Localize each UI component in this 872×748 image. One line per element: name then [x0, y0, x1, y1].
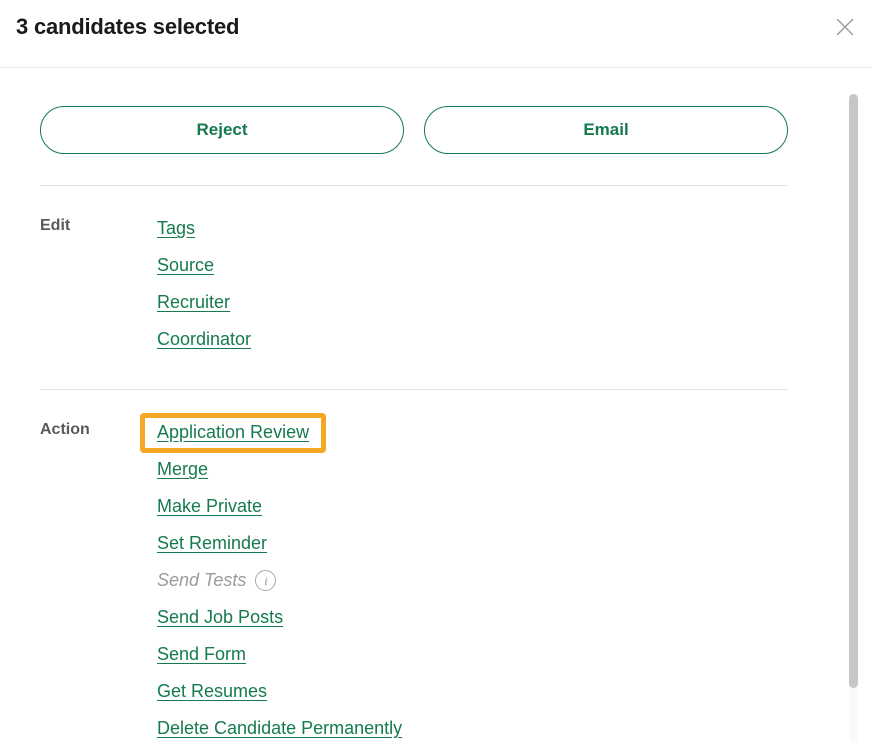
scrollbar-thumb[interactable] [849, 94, 858, 688]
list-item: Merge [157, 451, 840, 488]
section-label-action: Action [40, 421, 90, 438]
action-link-send-tests: Send Tests [157, 570, 247, 590]
scrollbar-track[interactable] [849, 94, 858, 742]
modal-content: Reject Email Edit Tags Source Recruiter [0, 68, 840, 747]
action-link-get-resumes[interactable]: Get Resumes [157, 681, 267, 702]
list-item: Application Review [140, 412, 840, 453]
close-button[interactable] [828, 10, 862, 44]
section-label-edit: Edit [40, 217, 71, 234]
action-link-set-reminder[interactable]: Set Reminder [157, 533, 267, 554]
list-item: Coordinator [157, 321, 840, 358]
email-button-label: Email [583, 120, 629, 139]
action-link-merge[interactable]: Merge [157, 459, 208, 480]
action-link-make-private[interactable]: Make Private [157, 496, 262, 517]
list-item: Send Form [157, 636, 840, 673]
action-link-send-form[interactable]: Send Form [157, 644, 246, 665]
action-link-delete-candidate-permanently[interactable]: Delete Candidate Permanently [157, 718, 402, 739]
edit-link-source[interactable]: Source [157, 255, 214, 276]
page-title: 3 candidates selected [16, 14, 240, 39]
list-item: Get Resumes [157, 673, 840, 710]
edit-link-recruiter[interactable]: Recruiter [157, 292, 230, 313]
edit-link-coordinator[interactable]: Coordinator [157, 329, 251, 350]
section-edit: Edit Tags Source Recruiter Coordinator [0, 186, 840, 358]
close-icon [836, 18, 854, 36]
list-item: Send Job Posts [157, 599, 840, 636]
action-link-application-review[interactable]: Application Review [157, 422, 309, 443]
highlight-outline: Application Review [140, 412, 327, 453]
list-item: Tags [157, 210, 840, 247]
action-link-send-job-posts[interactable]: Send Job Posts [157, 607, 283, 628]
reject-button-label: Reject [196, 120, 248, 139]
list-item: Source [157, 247, 840, 284]
edit-links-list: Tags Source Recruiter Coordinator [157, 210, 840, 358]
list-item: Recruiter [157, 284, 840, 321]
list-item: Send Tests i [157, 562, 840, 599]
action-links-list: Application Review Merge Make Private Se… [140, 412, 840, 747]
list-item: Delete Candidate Permanently [157, 710, 840, 747]
list-item: Set Reminder [157, 525, 840, 562]
modal-body: Reject Email Edit Tags Source Recruiter [0, 68, 872, 748]
list-item: Make Private [157, 488, 840, 525]
primary-actions-row: Reject Email [0, 68, 840, 154]
modal-header: 3 candidates selected [0, 0, 872, 68]
section-action: Action Application Review Merge Make Pri… [0, 390, 840, 747]
reject-button[interactable]: Reject [40, 106, 404, 154]
info-icon[interactable]: i [255, 570, 277, 591]
email-button[interactable]: Email [424, 106, 788, 154]
edit-link-tags[interactable]: Tags [157, 218, 195, 239]
